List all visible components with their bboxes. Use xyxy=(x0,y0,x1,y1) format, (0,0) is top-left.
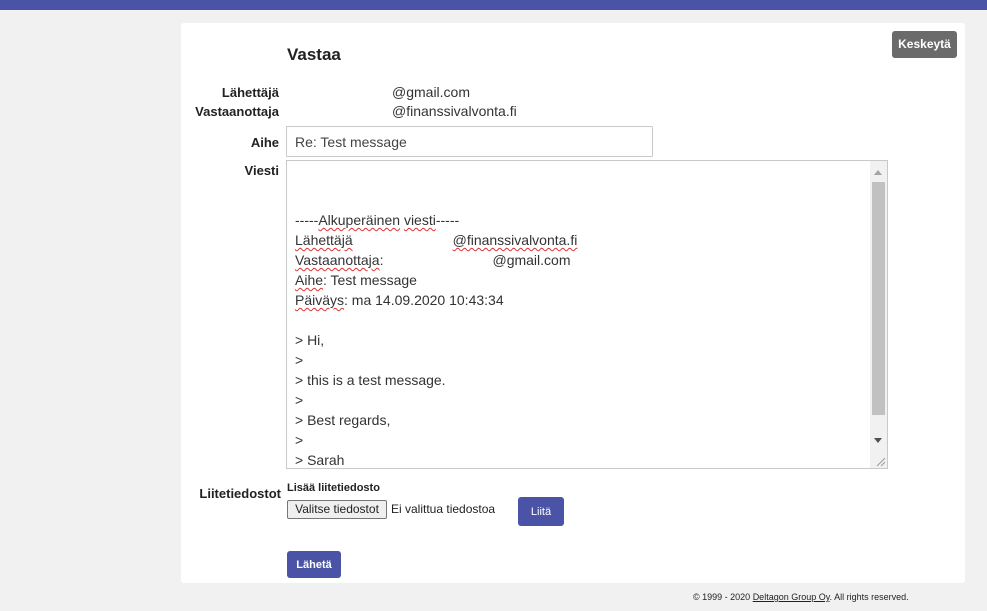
message-to-line: Vastaanottaja: @gmail.com xyxy=(295,252,571,268)
send-button[interactable]: Lähetä xyxy=(287,551,341,578)
footer-suffix: . All rights reserved. xyxy=(829,592,909,602)
page-title: Vastaa xyxy=(287,45,341,64)
add-attachment-label: Lisää liitetiedosto xyxy=(287,482,380,494)
scroll-down-arrow-icon[interactable] xyxy=(874,438,882,443)
scroll-up-arrow-icon[interactable] xyxy=(874,170,882,175)
attachments-label: Liitetiedostot xyxy=(199,486,281,501)
message-separator-line: -----Alkuperäinen viesti----- xyxy=(295,212,460,228)
message-label: Viesti xyxy=(244,163,279,178)
sender-value: @gmail.com xyxy=(392,84,471,100)
cancel-button[interactable]: Keskeytä xyxy=(892,31,957,58)
subject-input[interactable] xyxy=(286,126,653,157)
resize-grip-icon[interactable] xyxy=(874,455,886,467)
recipient-label: Vastaanottaja xyxy=(195,104,279,119)
quote-line: > this is a test message. xyxy=(295,372,446,388)
message-from-line: Lähettäjä @finanssivalvonta.fi xyxy=(295,232,578,248)
message-date-line: Päiväys: ma 14.09.2020 10:43:34 xyxy=(295,292,504,308)
footer-company-link[interactable]: Deltagon Group Oy xyxy=(753,592,830,602)
quote-line: > xyxy=(295,432,304,448)
top-accent-bar xyxy=(0,0,987,10)
no-file-status: Ei valittua tiedostoa xyxy=(391,502,496,516)
recipient-value: @finanssivalvonta.fi xyxy=(392,103,517,119)
quote-line: > xyxy=(295,392,304,408)
message-textarea[interactable]: -----Alkuperäinen viesti----- Lähettäjä @… xyxy=(286,160,888,469)
footer-prefix: © 1999 - 2020 xyxy=(693,592,753,602)
attach-button[interactable]: Liitä xyxy=(518,497,564,526)
choose-files-button[interactable]: Valitse tiedostot xyxy=(287,500,387,519)
scroll-thumb[interactable] xyxy=(872,182,885,415)
quote-line: > xyxy=(295,352,304,368)
sender-label: Lähettäjä xyxy=(221,85,279,100)
quote-line: > Best regards, xyxy=(295,412,391,428)
quote-line: > Hi, xyxy=(295,332,325,348)
subject-label: Aihe xyxy=(250,135,279,150)
message-scrollbar[interactable] xyxy=(870,161,887,468)
message-subject-line: Aihe: Test message xyxy=(295,272,417,288)
message-body: -----Alkuperäinen viesti----- Lähettäjä @… xyxy=(295,210,855,468)
footer-copyright: © 1999 - 2020 Deltagon Group Oy. All rig… xyxy=(693,592,909,602)
quote-line: > Sarah xyxy=(295,452,345,468)
